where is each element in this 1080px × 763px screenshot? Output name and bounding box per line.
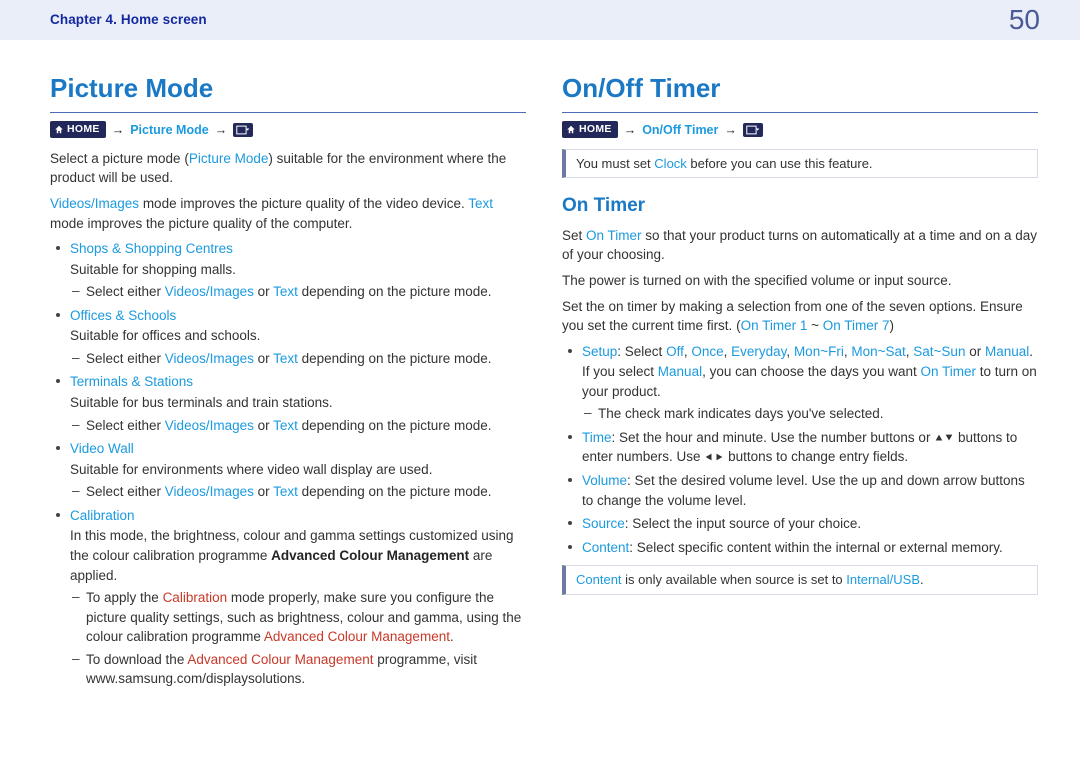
note-content: Content is only available when source is…	[562, 565, 1038, 595]
sub-item: Select either Videos/Images or Text depe…	[70, 482, 526, 502]
arrow-icon: →	[112, 121, 125, 139]
sub-item: The check mark indicates days you've sel…	[582, 404, 1038, 424]
item-desc: Suitable for environments where video wa…	[70, 460, 526, 480]
home-label: HOME	[67, 122, 100, 137]
sub-item: To apply the Calibration mode properly, …	[70, 588, 526, 647]
home-pill-icon: HOME	[562, 121, 618, 138]
home-pill-icon: HOME	[50, 121, 106, 138]
list-item-source: Source: Select the input source of your …	[566, 514, 1038, 534]
para: Set the on timer by making a selection f…	[562, 297, 1038, 336]
list-item-setup: Setup: Select Off, Once, Everyday, Mon~F…	[566, 342, 1038, 424]
section-title-onoff-timer: On/Off Timer	[562, 70, 1038, 113]
enter-icon	[233, 123, 253, 137]
sub-item: Select either Videos/Images or Text depe…	[70, 349, 526, 369]
item-desc: Suitable for bus terminals and train sta…	[70, 393, 526, 413]
para: Videos/Images mode improves the picture …	[50, 194, 526, 233]
para: Select a picture mode (Picture Mode) sui…	[50, 149, 526, 188]
breadcrumb-item: On/Off Timer	[642, 121, 718, 139]
list-item: Terminals & Stations Suitable for bus te…	[54, 372, 526, 435]
list-item: Video Wall Suitable for environments whe…	[54, 439, 526, 502]
setup-line2: If you select Manual, you can choose the…	[582, 362, 1038, 401]
item-desc: Suitable for offices and schools.	[70, 326, 526, 346]
list-item-time: Time: Set the hour and minute. Use the n…	[566, 428, 1038, 467]
list-item-calibration: Calibration In this mode, the brightness…	[54, 506, 526, 689]
enter-icon	[743, 123, 763, 137]
setup-options: Off, Once, Everyday, Mon~Fri, Mon~Sat, S…	[666, 344, 1029, 359]
item-name: Terminals & Stations	[70, 374, 193, 389]
page-number: 50	[1009, 0, 1040, 40]
para: The power is turned on with the specifie…	[562, 271, 1038, 291]
right-column: On/Off Timer HOME → On/Off Timer → You m…	[562, 70, 1038, 693]
breadcrumb-onoff-timer: HOME → On/Off Timer →	[562, 121, 1038, 139]
section-title-picture-mode: Picture Mode	[50, 70, 526, 113]
item-name: Shops & Shopping Centres	[70, 241, 233, 256]
item-name: Video Wall	[70, 441, 134, 456]
arrow-icon: →	[624, 121, 637, 139]
item-name: Calibration	[70, 508, 135, 523]
arrow-icon: →	[724, 121, 737, 139]
para: Set On Timer so that your product turns …	[562, 226, 1038, 265]
item-desc: Suitable for shopping malls.	[70, 260, 526, 280]
left-right-icon	[704, 452, 724, 462]
breadcrumb-item: Picture Mode	[130, 121, 209, 139]
sub-item: Select either Videos/Images or Text depe…	[70, 416, 526, 436]
note-clock: You must set Clock before you can use th…	[562, 149, 1038, 179]
breadcrumb-picture-mode: HOME → Picture Mode →	[50, 121, 526, 139]
list-item-volume: Volume: Set the desired volume level. Us…	[566, 471, 1038, 510]
page-body: Picture Mode HOME → Picture Mode → Selec…	[0, 40, 1080, 717]
subsection-on-timer: On Timer	[562, 192, 1038, 220]
arrow-icon: →	[215, 121, 228, 139]
on-timer-list: Setup: Select Off, Once, Everyday, Mon~F…	[566, 342, 1038, 558]
item-name: Offices & Schools	[70, 308, 176, 323]
item-desc: In this mode, the brightness, colour and…	[70, 526, 526, 585]
list-item: Offices & Schools Suitable for offices a…	[54, 306, 526, 369]
list-item: Shops & Shopping Centres Suitable for sh…	[54, 239, 526, 302]
picture-mode-list: Shops & Shopping Centres Suitable for sh…	[54, 239, 526, 689]
sub-item: To download the Advanced Colour Manageme…	[70, 650, 526, 689]
left-column: Picture Mode HOME → Picture Mode → Selec…	[50, 70, 526, 693]
list-item-content: Content: Select specific content within …	[566, 538, 1038, 558]
header-band: Chapter 4. Home screen 50	[0, 0, 1080, 40]
home-label: HOME	[579, 122, 612, 137]
chapter-label: Chapter 4. Home screen	[50, 10, 207, 30]
sub-item: Select either Videos/Images or Text depe…	[70, 282, 526, 302]
up-down-icon	[934, 433, 954, 443]
